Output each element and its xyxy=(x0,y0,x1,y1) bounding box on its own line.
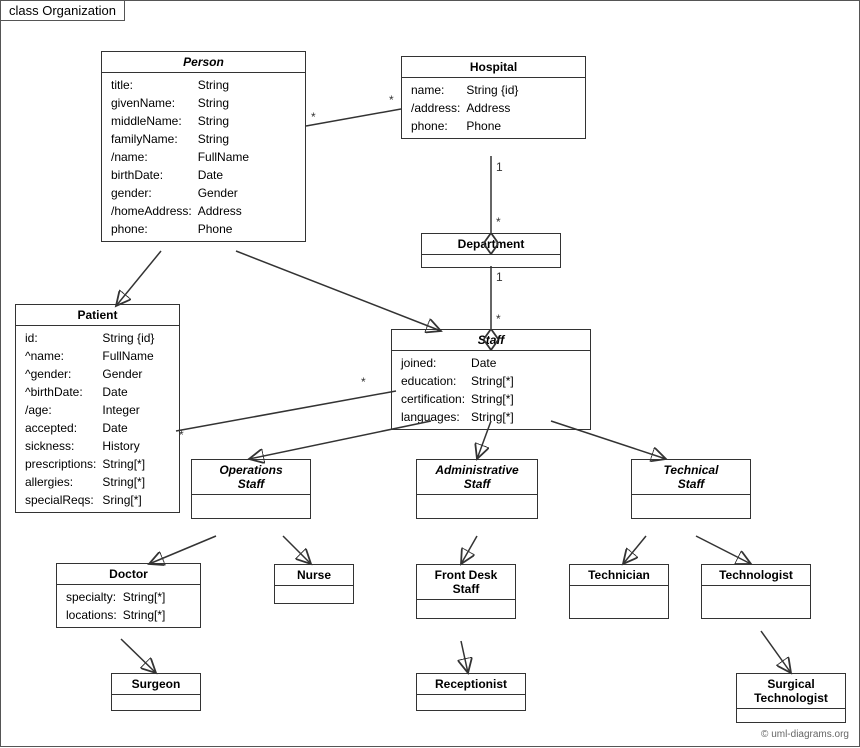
patient-title: Patient xyxy=(16,305,179,326)
receptionist-body xyxy=(417,695,525,703)
operations-staff-body xyxy=(192,495,310,503)
technician-title: Technician xyxy=(570,565,668,586)
person-title: Person xyxy=(102,52,305,73)
hospital-title: Hospital xyxy=(402,57,585,78)
department-class: Department xyxy=(421,233,561,268)
svg-text:*: * xyxy=(389,93,394,107)
surgical-technologist-title: SurgicalTechnologist xyxy=(737,674,845,709)
surgical-technologist-class: SurgicalTechnologist xyxy=(736,673,846,723)
technologist-class: Technologist xyxy=(701,564,811,619)
copyright-text: © uml-diagrams.org xyxy=(761,729,849,740)
patient-body: id:String {id} ^name:FullName ^gender:Ge… xyxy=(16,326,179,512)
svg-text:*: * xyxy=(311,110,316,124)
technologist-body xyxy=(702,586,810,606)
doctor-body: specialty:String[*] locations:String[*] xyxy=(57,585,200,627)
doctor-title: Doctor xyxy=(57,564,200,585)
staff-title: Staff xyxy=(392,330,590,351)
surgeon-class: Surgeon xyxy=(111,673,201,711)
doctor-class: Doctor specialty:String[*] locations:Str… xyxy=(56,563,201,628)
person-body: title:String givenName:String middleName… xyxy=(102,73,305,241)
nurse-body xyxy=(275,586,353,601)
svg-text:*: * xyxy=(496,312,501,326)
diagram-container: class Organization * * 1 * xyxy=(0,0,860,747)
diagram-title: class Organization xyxy=(1,1,125,21)
technologist-title: Technologist xyxy=(702,565,810,586)
front-desk-staff-title: Front DeskStaff xyxy=(417,565,515,600)
administrative-staff-title: AdministrativeStaff xyxy=(417,460,537,495)
technician-class: Technician xyxy=(569,564,669,619)
person-class: Person title:String givenName:String mid… xyxy=(101,51,306,242)
front-desk-staff-class: Front DeskStaff xyxy=(416,564,516,619)
operations-staff-title: OperationsStaff xyxy=(192,460,310,495)
receptionist-title: Receptionist xyxy=(417,674,525,695)
hospital-body: name:String {id} /address:Address phone:… xyxy=(402,78,585,138)
front-desk-staff-body xyxy=(417,600,515,610)
staff-body: joined:Date education:String[*] certific… xyxy=(392,351,590,429)
technical-staff-body xyxy=(632,495,750,503)
operations-staff-class: OperationsStaff xyxy=(191,459,311,519)
receptionist-class: Receptionist xyxy=(416,673,526,711)
svg-text:*: * xyxy=(361,375,366,389)
surgical-technologist-body xyxy=(737,709,845,717)
staff-class: Staff joined:Date education:String[*] ce… xyxy=(391,329,591,430)
technical-staff-class: TechnicalStaff xyxy=(631,459,751,519)
surgeon-title: Surgeon xyxy=(112,674,200,695)
nurse-class: Nurse xyxy=(274,564,354,604)
technician-body xyxy=(570,586,668,606)
svg-text:1: 1 xyxy=(496,160,503,174)
svg-text:*: * xyxy=(496,215,501,229)
patient-class: Patient id:String {id} ^name:FullName ^g… xyxy=(15,304,180,513)
nurse-title: Nurse xyxy=(275,565,353,586)
administrative-staff-body xyxy=(417,495,537,503)
technical-staff-title: TechnicalStaff xyxy=(632,460,750,495)
administrative-staff-class: AdministrativeStaff xyxy=(416,459,538,519)
hospital-class: Hospital name:String {id} /address:Addre… xyxy=(401,56,586,139)
surgeon-body xyxy=(112,695,200,703)
svg-text:1: 1 xyxy=(496,270,503,284)
department-title: Department xyxy=(422,234,560,255)
department-body xyxy=(422,255,560,265)
